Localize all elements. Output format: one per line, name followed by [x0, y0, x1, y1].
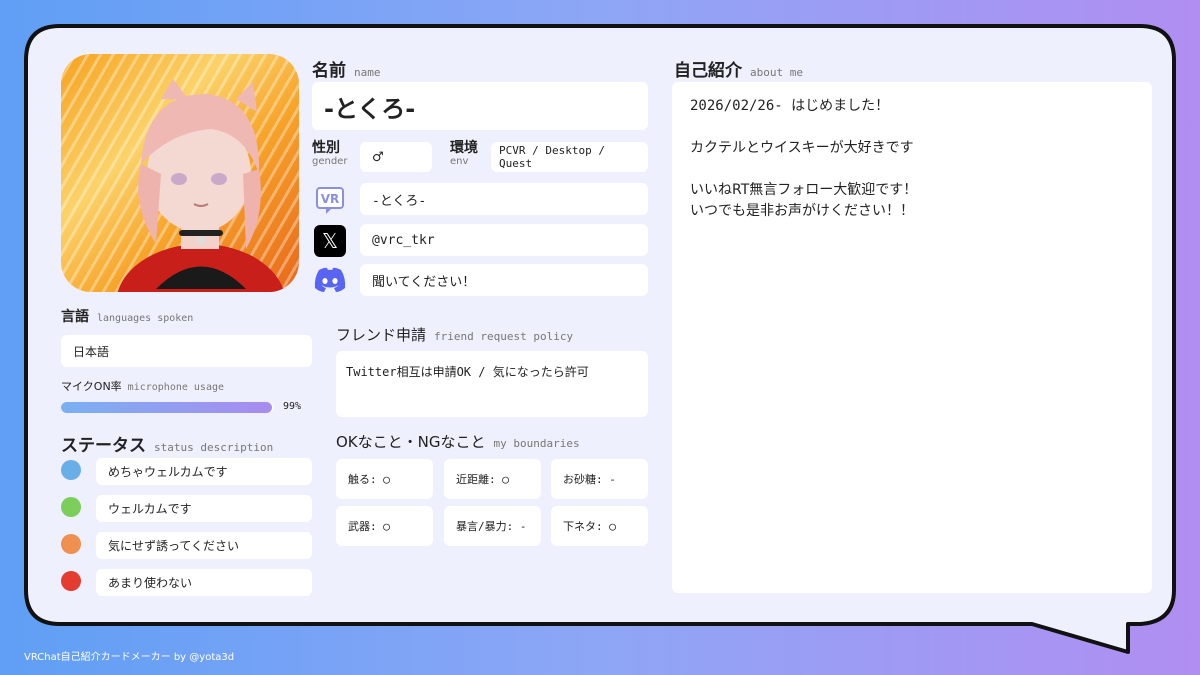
gender-label-jp: 性別 [312, 140, 340, 156]
boundary-item-label: 下ネタ: ◯ [563, 520, 616, 533]
about-box: 2026/02/26- はじめました！ カクテルとウイスキーが大好きです いいねRT… [672, 82, 1152, 593]
gender-label-en: gender [312, 156, 348, 167]
languages-heading-jp: 言語 [61, 309, 89, 325]
boundaries-heading-en: my boundaries [493, 437, 580, 450]
status-item: 気にせず誘ってください [96, 532, 312, 559]
status-color-dot [61, 460, 81, 480]
mic-progress-fill [61, 402, 272, 413]
about-line: カクテルとウイスキーが大好きです [690, 140, 914, 156]
mic-heading: マイクON率 microphone usage [61, 378, 224, 394]
discord-field: 聞いてください！ [360, 264, 648, 296]
status-item-label: めちゃウェルカムです [108, 465, 228, 479]
friend-heading-en: friend request policy [434, 330, 574, 343]
languages-value: 日本語 [73, 344, 110, 359]
env-label: 環境 env [450, 141, 478, 167]
name-heading-en: name [354, 66, 381, 79]
status-heading-en: status description [154, 441, 274, 454]
friend-heading-jp: フレンド申請 [336, 326, 427, 344]
status-heading: ステータス status description [61, 431, 273, 456]
friend-field: Twitter相互は申請OK / 気になったら許可 [336, 351, 648, 417]
status-item: ウェルカムです [96, 495, 312, 522]
about-text: 2026/02/26- はじめました！ カクテルとウイスキーが大好きです いいねRT… [690, 96, 1134, 222]
boundary-item: お砂糖: - [551, 459, 648, 499]
languages-heading: 言語 languages spoken [61, 306, 193, 326]
status-item-label: ウェルカムです [108, 502, 192, 516]
mic-progress-track [61, 402, 274, 413]
x-logo-icon: 𝕏 [314, 225, 346, 257]
about-line: 2026/02/26- はじめました！ [690, 98, 890, 114]
discord-value: 聞いてください！ [372, 274, 476, 290]
mic-label-jp: マイクON率 [61, 380, 122, 393]
status-item-label: 気にせず誘ってください [108, 539, 240, 553]
gender-label: 性別 gender [312, 141, 347, 167]
languages-heading-en: languages spoken [97, 313, 194, 324]
avatar [61, 54, 299, 292]
discord-icon [313, 266, 347, 294]
boundary-item: 近距離: ◯ [444, 459, 541, 499]
status-item: あまり使わない [96, 569, 312, 596]
about-heading: 自己紹介 about me [674, 56, 803, 81]
boundary-item: 武器: ◯ [336, 506, 433, 546]
about-line: いいねRT無言フォロー大歓迎です！ [690, 182, 918, 198]
about-line [690, 159, 1134, 180]
boundary-item-label: 暴言/暴力: - [456, 520, 527, 533]
boundary-item-label: お砂糖: - [563, 473, 616, 486]
status-color-dot [61, 571, 81, 591]
name-value: -とくろ- [324, 94, 416, 123]
about-heading-jp: 自己紹介 [674, 61, 742, 81]
name-field: -とくろ- [312, 82, 648, 130]
env-field: PCVR / Desktop / Quest [491, 142, 648, 172]
profile-card: 名前 name -とくろ- 性別 gender ♂ 環境 env PCVR / … [0, 0, 1200, 675]
status-color-dot [61, 497, 81, 517]
vrchat-name-value: -とくろ- [372, 193, 427, 209]
name-heading-jp: 名前 [312, 61, 346, 81]
status-item: めちゃウェルカムです [96, 458, 312, 485]
boundary-item: 暴言/暴力: - [444, 506, 541, 546]
boundary-item: 触る: ◯ [336, 459, 433, 499]
name-heading: 名前 name [312, 56, 381, 81]
mic-percent: 99% [283, 401, 302, 412]
boundary-item-label: 近距離: ◯ [456, 473, 509, 486]
mic-label-en: microphone usage [127, 382, 224, 393]
boundary-item: 下ネタ: ◯ [551, 506, 648, 546]
x-handle-value: @vrc_tkr [372, 232, 435, 248]
languages-field: 日本語 [61, 335, 312, 367]
about-heading-en: about me [750, 66, 803, 79]
friend-heading: フレンド申請 friend request policy [336, 324, 573, 345]
about-line: いつでも是非お声がけください！！ [690, 203, 914, 219]
friend-value: Twitter相互は申請OK / 気になったら許可 [346, 365, 589, 379]
boundaries-heading-jp: OKなこと・NGなこと [336, 433, 486, 451]
status-color-dot [61, 534, 81, 554]
gender-field: ♂ [360, 142, 432, 172]
x-handle-field: @vrc_tkr [360, 224, 648, 256]
status-item-label: あまり使わない [108, 576, 193, 590]
boundary-item-label: 触る: ◯ [348, 473, 390, 486]
about-line [690, 117, 1134, 138]
gender-value: ♂ [372, 149, 384, 165]
vrchat-icon: VR [314, 184, 346, 216]
boundaries-heading: OKなこと・NGなこと my boundaries [336, 431, 580, 452]
vrchat-name-field: -とくろ- [360, 183, 648, 215]
avatar-illustration [117, 79, 285, 292]
env-value: PCVR / Desktop / Quest [499, 144, 605, 170]
boundary-item-label: 武器: ◯ [348, 520, 390, 533]
env-label-jp: 環境 [450, 140, 478, 156]
status-heading-jp: ステータス [61, 436, 146, 456]
svg-text:VR: VR [321, 192, 340, 206]
env-label-en: env [450, 156, 469, 167]
footer-credit: VRChat自己紹介カードメーカー by @yota3d [24, 652, 235, 663]
